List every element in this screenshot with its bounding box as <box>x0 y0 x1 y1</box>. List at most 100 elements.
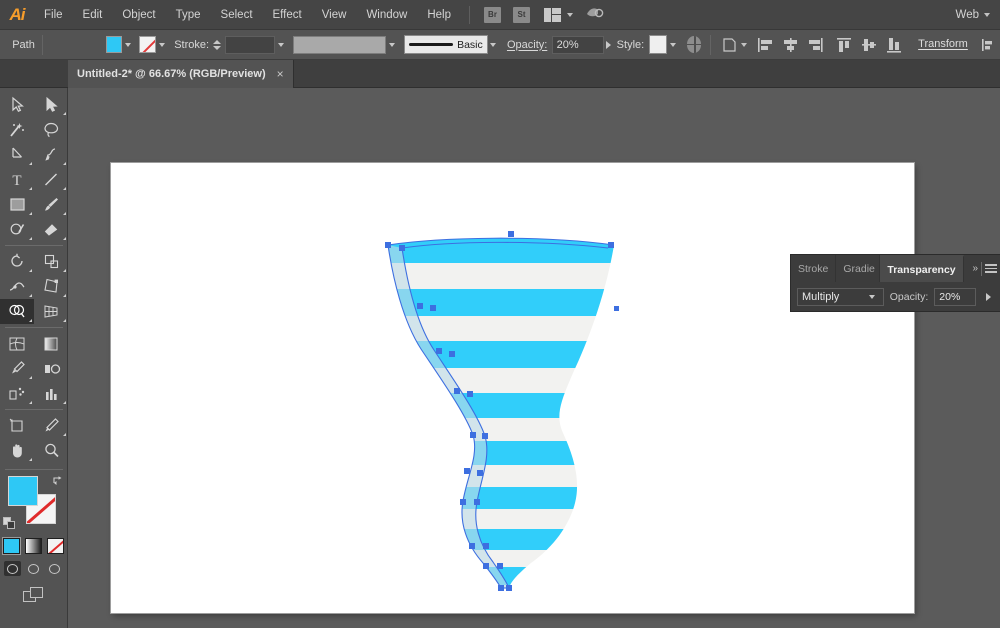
gradient-tool[interactable] <box>34 331 68 356</box>
menu-type[interactable]: Type <box>166 0 211 30</box>
recolor-artwork-icon[interactable] <box>686 36 702 53</box>
symbol-sprayer-tool[interactable] <box>0 381 34 406</box>
align-left-icon[interactable] <box>756 36 775 54</box>
opacity-input[interactable]: 20% <box>551 35 604 54</box>
blend-mode-chevron-down-icon[interactable] <box>866 288 879 305</box>
default-fill-stroke-icon[interactable] <box>3 517 16 530</box>
align-top-icon[interactable] <box>835 36 854 54</box>
tool-more-triangle-icon <box>63 319 66 322</box>
tab-stroke[interactable]: Stroke <box>791 255 837 282</box>
slice-tool[interactable] <box>34 413 68 438</box>
scale-tool[interactable] <box>34 249 68 274</box>
stock-button[interactable]: St <box>513 6 530 23</box>
tool-more-triangle-icon <box>29 401 32 404</box>
eyedropper-tool[interactable] <box>0 356 34 381</box>
transparency-panel[interactable]: Stroke Gradie Transparency » Multiply Op… <box>790 254 1000 312</box>
menu-window[interactable]: Window <box>356 0 417 30</box>
isolate-selected-object-icon[interactable] <box>721 36 740 54</box>
zoom-tool[interactable] <box>34 438 68 463</box>
selection-tool[interactable] <box>0 92 34 117</box>
magic-wand-tool[interactable] <box>0 117 34 142</box>
shape-builder-tool[interactable] <box>0 299 34 324</box>
document-tab-label: Untitled-2* @ 66.67% (RGB/Preview) <box>77 68 266 80</box>
column-graph-tool[interactable] <box>34 381 68 406</box>
more-options-icon[interactable] <box>980 36 997 54</box>
striped-funnel-artwork[interactable] <box>111 163 914 613</box>
document-tab-bar: « Untitled-2* @ 66.67% (RGB/Preview) × <box>0 60 1000 148</box>
pen-tool[interactable] <box>0 142 34 167</box>
paintbrush-tool[interactable] <box>34 192 68 217</box>
fill-chevron-down-icon[interactable] <box>122 36 133 53</box>
stroke-chevron-down-icon[interactable] <box>156 36 167 53</box>
direct-selection-tool[interactable] <box>34 92 68 117</box>
brush-definition-select[interactable]: Basic <box>403 35 488 54</box>
fill-swatch-large[interactable] <box>8 476 38 506</box>
arrange-documents-icon[interactable] <box>544 7 562 22</box>
tab-gradient[interactable]: Gradie <box>836 255 881 282</box>
type-tool[interactable]: T <box>0 167 34 192</box>
eraser-tool[interactable] <box>34 217 68 242</box>
rectangle-tool[interactable] <box>0 192 34 217</box>
brush-chevron-down-icon[interactable] <box>488 36 499 53</box>
line-segment-tool[interactable] <box>34 167 68 192</box>
align-right-icon[interactable] <box>806 36 825 54</box>
canvas-area[interactable] <box>68 88 1000 628</box>
menu-select[interactable]: Select <box>211 0 263 30</box>
change-screen-mode-button[interactable] <box>22 587 45 603</box>
stroke-weight-stepper[interactable] <box>212 37 222 53</box>
artboard[interactable] <box>111 163 914 613</box>
menu-help[interactable]: Help <box>417 0 461 30</box>
perspective-grid-tool[interactable] <box>34 299 68 324</box>
gradient-button[interactable] <box>25 538 42 554</box>
graphic-style-swatch[interactable] <box>648 35 668 54</box>
fill-color-swatch[interactable] <box>105 36 123 53</box>
shaper-tool[interactable] <box>0 217 34 242</box>
style-chevron-down-icon[interactable] <box>667 36 678 53</box>
menu-effect[interactable]: Effect <box>263 0 312 30</box>
bridge-button[interactable]: Br <box>484 6 501 23</box>
draw-inside-button[interactable] <box>46 561 63 576</box>
color-button[interactable] <box>2 537 21 555</box>
draw-behind-button[interactable] <box>25 561 42 576</box>
variable-width-profile-select[interactable] <box>293 35 387 54</box>
isolate-chevron-down-icon[interactable] <box>741 42 748 47</box>
opacity-options-arrow-icon[interactable] <box>604 36 614 53</box>
width-profile-chevron-down-icon[interactable] <box>386 36 397 53</box>
align-center-horizontal-icon[interactable] <box>781 36 800 54</box>
panel-opacity-arrow-icon[interactable] <box>982 288 994 306</box>
rotate-tool[interactable] <box>0 249 34 274</box>
transform-button[interactable]: Transform <box>912 36 974 54</box>
menu-file[interactable]: File <box>34 0 73 30</box>
close-icon[interactable]: × <box>277 68 284 80</box>
curvature-tool[interactable] <box>34 142 68 167</box>
tab-transparency[interactable]: Transparency <box>880 255 964 282</box>
draw-normal-button[interactable] <box>4 561 21 576</box>
panel-menu-icon[interactable] <box>985 264 997 273</box>
hand-tool[interactable] <box>0 438 34 463</box>
arrange-chevron-down-icon[interactable] <box>567 12 573 17</box>
swap-fill-stroke-icon[interactable] <box>52 474 64 486</box>
align-bottom-icon[interactable] <box>885 36 904 54</box>
lasso-tool[interactable] <box>34 117 68 142</box>
menu-bar: Ai File Edit Object Type Select Effect V… <box>0 0 1000 30</box>
menu-view[interactable]: View <box>312 0 357 30</box>
none-button[interactable] <box>47 538 64 554</box>
workspace-switcher[interactable]: Web <box>956 9 1000 21</box>
menu-object[interactable]: Object <box>112 0 165 30</box>
width-tool[interactable] <box>0 274 34 299</box>
workspace-chevron-down-icon[interactable] <box>984 12 990 17</box>
free-transform-tool[interactable] <box>34 274 68 299</box>
stroke-weight-input[interactable] <box>224 35 275 54</box>
artboard-tool[interactable] <box>0 413 34 438</box>
panel-opacity-input[interactable]: 20% <box>934 287 977 306</box>
stock-search-icon[interactable] <box>585 4 605 25</box>
menu-edit[interactable]: Edit <box>73 0 113 30</box>
stroke-weight-chevron-down-icon[interactable] <box>275 36 286 53</box>
blend-mode-select[interactable]: Multiply <box>797 287 884 306</box>
mesh-tool[interactable] <box>0 331 34 356</box>
document-tab[interactable]: Untitled-2* @ 66.67% (RGB/Preview) × <box>68 60 294 88</box>
expand-panel-icon[interactable]: » <box>972 263 978 274</box>
blend-tool[interactable] <box>34 356 68 381</box>
align-middle-vertical-icon[interactable] <box>860 36 879 54</box>
stroke-color-swatch[interactable] <box>139 36 156 53</box>
